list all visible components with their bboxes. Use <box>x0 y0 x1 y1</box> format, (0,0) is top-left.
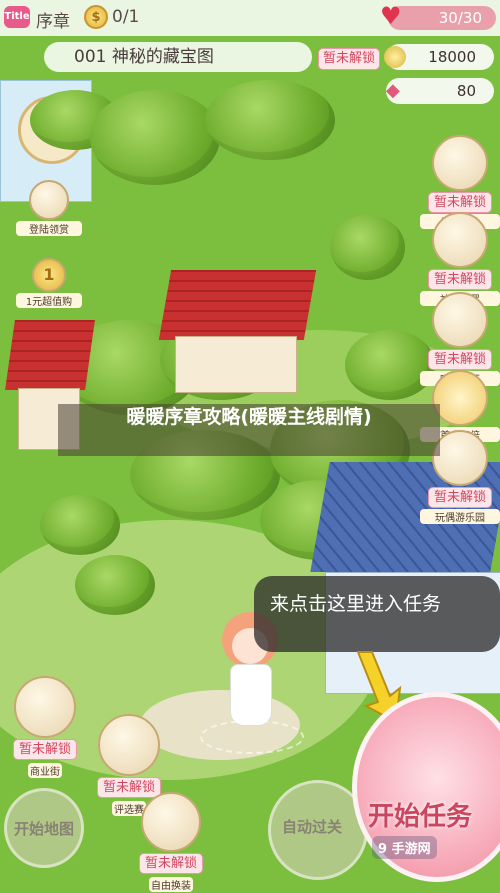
coin-icon: $ <box>84 5 108 29</box>
value-pack-button[interactable]: 1 1元超值购 <box>16 258 82 308</box>
doll-icon <box>432 430 488 486</box>
shopping-street-lock: 暂未解锁 <box>12 739 77 760</box>
mission-lock-tag: 暂未解锁 <box>318 48 381 70</box>
star-icon <box>432 370 488 426</box>
login-reward-label: 登陆领赏 <box>16 221 82 236</box>
tree <box>205 80 335 160</box>
contest-icon <box>98 714 160 776</box>
article-title-overlay: 暖暖序章攻略(暖暖主线剧情) <box>58 404 440 456</box>
tarot-lock: 暂未解锁 <box>427 269 492 290</box>
stamina-value: 30/30 <box>438 9 482 27</box>
home-icon <box>432 292 488 348</box>
gold-value: 18000 <box>428 48 476 66</box>
login-reward-button[interactable]: 登陆领赏 <box>16 180 82 236</box>
value-pack-label: 1元超值购 <box>16 293 82 308</box>
daily-event-lock: 暂未解锁 <box>427 192 492 213</box>
house-roof <box>5 320 95 390</box>
shopping-street-button[interactable]: 暂未解锁 商业街 <box>4 676 86 779</box>
home-page-lock: 暂未解锁 <box>427 349 492 370</box>
shopping-street-icon <box>14 676 76 738</box>
start-mission-label: 开始任务 <box>368 802 473 832</box>
shopping-street-label: 商业街 <box>28 763 62 778</box>
diamond-icon: ◆ <box>386 80 400 101</box>
character-dress[interactable] <box>230 664 272 726</box>
stamina-bar[interactable]: 30/30 <box>388 6 496 30</box>
gift-icon <box>29 180 69 220</box>
doll-park-label: 玩偶游乐园 <box>420 509 500 524</box>
tarot-icon <box>432 212 488 268</box>
dress-icon <box>141 792 201 852</box>
free-dressup-lock: 暂未解锁 <box>138 853 203 874</box>
doll-park-lock: 暂未解锁 <box>427 487 492 508</box>
map-button-label: 开始地图 <box>14 820 75 838</box>
character-marker <box>200 720 304 754</box>
house-wall[interactable] <box>175 336 297 393</box>
auto-clear-label: 自动过关 <box>282 818 343 836</box>
tree <box>40 495 120 555</box>
gold-icon <box>384 46 406 68</box>
current-mission[interactable]: 001 神秘的藏宝图 <box>44 42 312 72</box>
coin-one-icon: 1 <box>32 258 66 292</box>
diamond-counter[interactable]: 80 <box>386 78 494 104</box>
tree <box>75 555 155 615</box>
title-icon[interactable]: Title <box>4 6 30 28</box>
balloon-icon <box>432 135 488 191</box>
tutorial-hint: 来点击这里进入任务 <box>254 576 500 652</box>
free-dressup-label: 自由换装 <box>149 877 193 892</box>
tree <box>330 215 405 280</box>
diamond-value: 80 <box>456 82 476 100</box>
free-dressup-button[interactable]: 暂未解锁 自由换装 <box>126 792 216 893</box>
chapter-progress: 0/1 <box>112 7 140 27</box>
house-roof <box>158 270 317 340</box>
tree <box>90 90 220 185</box>
site-watermark: 9 手游网 <box>372 836 437 859</box>
heart-icon: ♥ <box>380 2 402 30</box>
chapter-label: 序章 <box>36 12 70 32</box>
top-status-bar: Title 序章 $ 0/1 30/30 ♥ <box>0 0 500 36</box>
